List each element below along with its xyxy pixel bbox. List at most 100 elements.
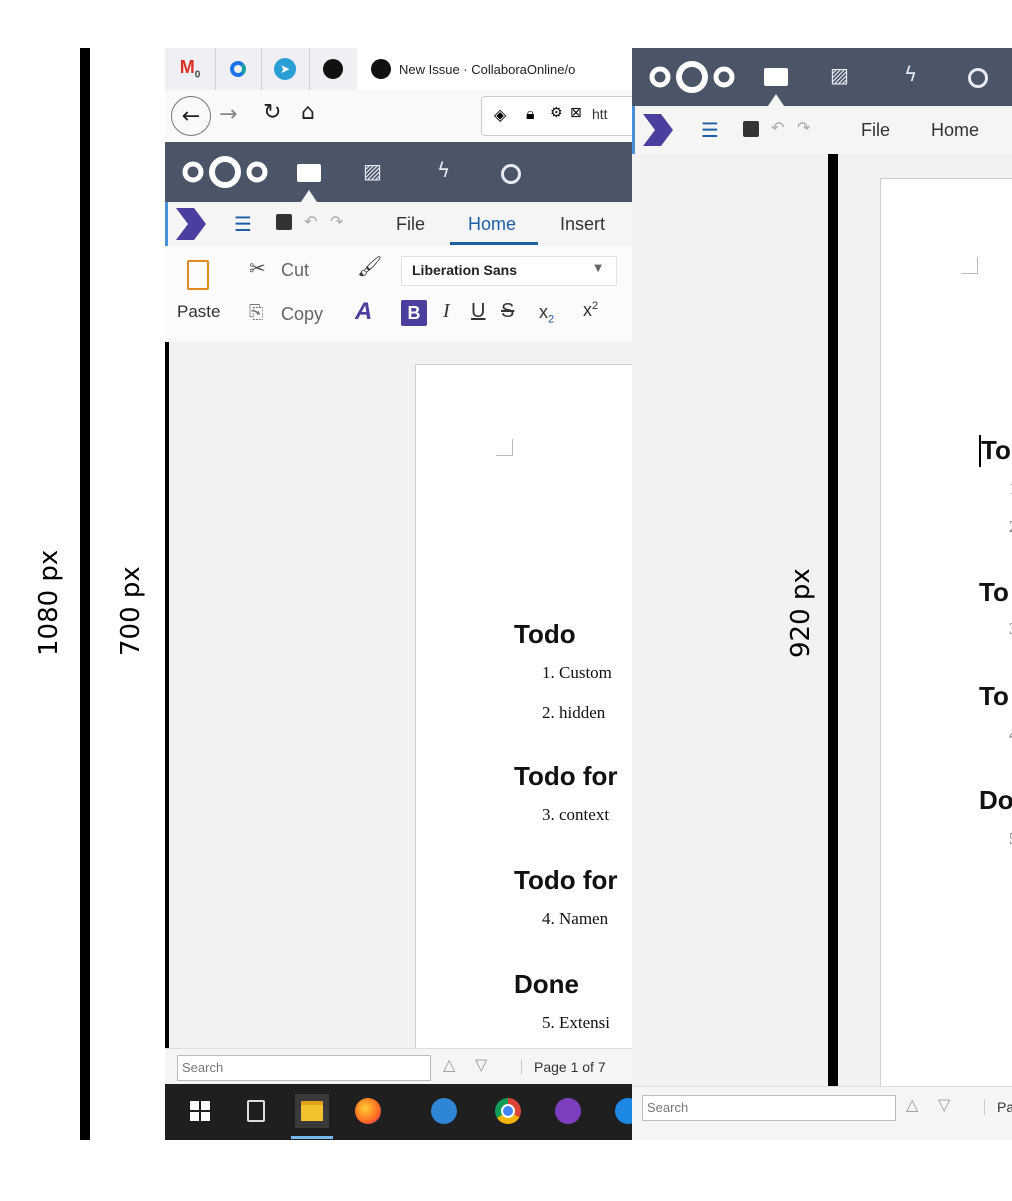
underline-button[interactable]: U xyxy=(471,300,485,323)
doc-heading: Done xyxy=(514,969,579,999)
activity-icon[interactable]: ϟ xyxy=(437,158,450,182)
page-corner-mark xyxy=(961,257,978,274)
hamburger-icon[interactable]: ☰ xyxy=(701,118,719,142)
menu-file[interactable]: File xyxy=(396,214,425,235)
doc-list-item: 2. hidden xyxy=(542,703,606,722)
doc-heading: To xyxy=(979,681,1009,711)
active-app-underline xyxy=(291,1136,333,1139)
mail-icon[interactable] xyxy=(427,1094,461,1128)
files-icon[interactable] xyxy=(764,68,788,86)
doc-list-item: 3. context xyxy=(542,805,610,824)
cut-label[interactable]: Cut xyxy=(281,260,309,281)
search-input[interactable]: Search xyxy=(177,1055,431,1081)
menu-insert[interactable]: Insert xyxy=(560,214,605,235)
gmail-icon: M0 xyxy=(179,57,201,81)
nextcloud-logo[interactable] xyxy=(648,59,736,95)
save-icon[interactable] xyxy=(743,121,759,137)
search-input[interactable]: Search xyxy=(642,1095,896,1121)
back-arrow-icon: ← xyxy=(181,103,201,129)
page-info: Page 1 of 7 xyxy=(521,1059,606,1075)
status-bar: Search △ ▽ Pa xyxy=(632,1086,1012,1140)
collabora-logo[interactable] xyxy=(643,114,673,146)
browser-tab[interactable]: ➤ xyxy=(261,48,310,90)
document-page[interactable]: To 1 2 To 3 To 4 Do 5 xyxy=(880,178,1012,1100)
doc-heading: To xyxy=(981,435,1011,465)
chrome-icon[interactable] xyxy=(491,1094,525,1128)
left-height-label: 700 px xyxy=(116,566,146,656)
strikethrough-button[interactable]: S xyxy=(501,300,514,323)
font-color-icon[interactable]: A xyxy=(355,298,372,326)
url-text: htt xyxy=(592,106,608,122)
browser-tab[interactable]: M0 xyxy=(165,48,216,90)
font-name-value: Liberation Sans xyxy=(412,262,518,278)
font-name-select[interactable]: Liberation Sans ▼ xyxy=(401,256,617,286)
menu-home[interactable]: Home xyxy=(931,120,979,141)
redo-icon[interactable]: ↷ xyxy=(797,118,810,137)
search-next-icon[interactable]: ▽ xyxy=(475,1055,487,1074)
paste-icon[interactable] xyxy=(187,260,209,290)
home-button[interactable]: ⌂ xyxy=(301,100,315,125)
left-screenshot: M0 ➤ New Issue · CollaboraOnline/o ← → ↻… xyxy=(165,48,635,1140)
office-ribbon: Paste ✂ Cut ⎘ Copy 🖌︎ Liberation Sans ▼ … xyxy=(165,246,635,343)
tracking-shield-icon: ◈ xyxy=(494,105,507,124)
clone-formatting-icon[interactable]: 🖌︎ xyxy=(357,254,382,278)
doc-list-item: 1. Custom xyxy=(542,663,612,682)
search-icon[interactable] xyxy=(501,164,521,184)
undo-icon[interactable]: ↶ xyxy=(771,118,784,137)
windows-start-icon[interactable] xyxy=(183,1094,217,1128)
url-bar[interactable]: ◈ 🔒︎ ⚙ ⊠ htt xyxy=(481,96,635,136)
copy-icon[interactable]: ⎘ xyxy=(249,302,263,323)
menu-home-underline xyxy=(450,242,538,245)
hamburger-icon[interactable]: ☰ xyxy=(234,212,252,236)
browser-tab[interactable] xyxy=(309,48,358,90)
cut-icon[interactable]: ✂ xyxy=(249,256,266,280)
camera-blocked-icon: ⊠ xyxy=(570,105,582,121)
doc-heading: Todo for xyxy=(514,761,618,791)
task-view-icon[interactable] xyxy=(239,1094,273,1128)
forward-button[interactable]: → xyxy=(219,102,237,127)
bold-button[interactable]: B xyxy=(401,300,427,326)
undo-icon[interactable]: ↶ xyxy=(304,212,317,231)
paste-label[interactable]: Paste xyxy=(177,302,220,322)
document-area: Todo 1. Custom 2. hidden Todo for 3. con… xyxy=(165,342,635,1066)
doc-heading: Todo xyxy=(514,619,576,649)
menu-home[interactable]: Home xyxy=(468,214,516,235)
redo-icon[interactable]: ↷ xyxy=(330,212,343,231)
browser-tab-active[interactable]: New Issue · CollaboraOnline/o xyxy=(357,48,635,90)
menu-file[interactable]: File xyxy=(861,120,890,141)
office-menubar: ☰ ↶ ↷ File Home Insert xyxy=(165,202,635,246)
office-menubar: ☰ ↶ ↷ File Home xyxy=(632,106,1012,155)
page-info: Pa xyxy=(984,1099,1012,1115)
italic-button[interactable]: I xyxy=(443,300,450,323)
activity-icon[interactable]: ϟ xyxy=(904,62,917,86)
search-icon[interactable] xyxy=(968,68,988,88)
document-height-bar xyxy=(165,342,169,1048)
document-page[interactable]: Todo 1. Custom 2. hidden Todo for 3. con… xyxy=(415,364,635,1066)
github-desktop-icon[interactable] xyxy=(551,1094,585,1128)
doc-list-item: 5. Extensi xyxy=(542,1013,610,1032)
firefox-icon[interactable] xyxy=(351,1094,385,1128)
browser-tab[interactable] xyxy=(215,48,262,90)
save-icon[interactable] xyxy=(276,214,292,230)
doc-heading: Todo for xyxy=(514,865,618,895)
search-prev-icon[interactable]: △ xyxy=(443,1055,455,1074)
back-button[interactable]: ← xyxy=(171,96,211,136)
telegram-icon: ➤ xyxy=(274,58,296,80)
collabora-logo[interactable] xyxy=(176,208,206,240)
files-icon[interactable] xyxy=(297,164,321,182)
nextcloud-header: ▨ ϟ xyxy=(632,48,1012,106)
outer-height-bar xyxy=(80,48,90,1140)
copy-label[interactable]: Copy xyxy=(281,304,323,325)
nextcloud-logo[interactable] xyxy=(181,154,269,190)
photos-icon[interactable]: ▨ xyxy=(830,63,849,87)
search-prev-icon[interactable]: △ xyxy=(906,1095,918,1114)
active-app-indicator xyxy=(768,94,784,106)
browser-tab-bar: M0 ➤ New Issue · CollaboraOnline/o xyxy=(165,48,635,90)
search-next-icon[interactable]: ▽ xyxy=(938,1095,950,1114)
photos-icon[interactable]: ▨ xyxy=(363,159,382,183)
superscript-button[interactable]: x2 xyxy=(583,300,598,321)
reload-button[interactable]: ↻ xyxy=(263,100,281,125)
subscript-button[interactable]: x2 xyxy=(539,302,554,326)
file-explorer-icon[interactable] xyxy=(295,1094,329,1128)
page-corner-mark xyxy=(496,439,513,456)
